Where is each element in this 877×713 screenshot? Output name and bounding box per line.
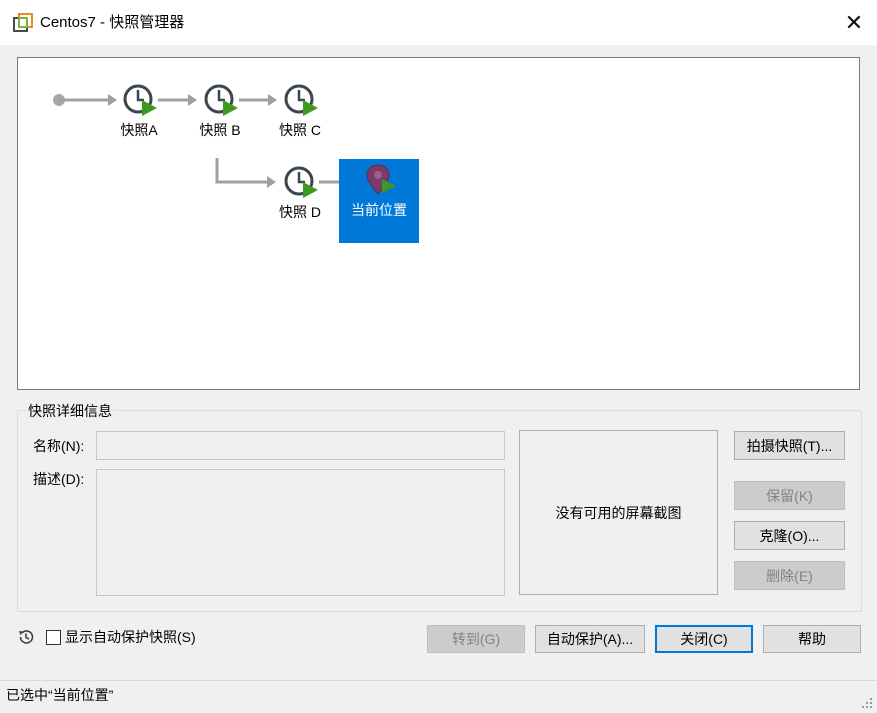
title-bar[interactable]: Centos7 - 快照管理器 ✕ (0, 0, 877, 45)
snapshot-clock-icon (123, 84, 157, 116)
clone-button[interactable]: 克隆(O)... (734, 521, 845, 550)
snapshot-node-d[interactable]: 快照 D (260, 165, 340, 225)
history-icon (19, 630, 34, 644)
close-icon: ✕ (844, 9, 864, 35)
current-location-pin-icon (366, 164, 396, 195)
snapshot-clock-icon (284, 166, 318, 198)
snapshot-label: 快照 C (279, 122, 321, 138)
snapshot-manager-window: Centos7 - 快照管理器 ✕ 快照A 快照 B 快照 C 快照 D 当前位… (0, 0, 877, 713)
autoprotect-button[interactable]: 自动保护(A)... (535, 625, 645, 653)
name-label: 名称(N): (33, 438, 85, 454)
show-autoprotect-checkbox[interactable] (46, 630, 61, 645)
snapshot-label: 快照 D (279, 204, 321, 220)
snapshot-node-a[interactable]: 快照A (99, 83, 179, 143)
description-label: 描述(D): (33, 471, 85, 487)
description-field[interactable] (96, 469, 505, 596)
help-button[interactable]: 帮助 (763, 625, 861, 653)
snapshot-label: 快照 B (199, 122, 241, 138)
keep-button[interactable]: 保留(K) (734, 481, 845, 510)
goto-button[interactable]: 转到(G) (427, 625, 525, 653)
screenshot-placeholder-text: 没有可用的屏幕截图 (555, 504, 682, 521)
take-snapshot-button[interactable]: 拍摄快照(T)... (734, 431, 845, 460)
show-autoprotect-label[interactable]: 显示自动保护快照(S) (65, 628, 196, 646)
status-text: 已选中“当前位置” (6, 687, 114, 703)
delete-button[interactable]: 删除(E) (734, 561, 845, 590)
snapshot-label: 当前位置 (351, 202, 407, 218)
resize-grip-icon[interactable] (861, 697, 873, 709)
snapshot-clock-icon (284, 84, 318, 116)
snapshot-clock-icon (204, 84, 238, 116)
screenshot-preview: 没有可用的屏幕截图 (519, 430, 718, 595)
close-window-button[interactable]: ✕ (831, 0, 877, 45)
snapshot-node-b[interactable]: 快照 B (180, 83, 260, 143)
snapshot-label: 快照A (120, 122, 158, 138)
close-button[interactable]: 关闭(C) (655, 625, 753, 653)
name-field[interactable] (96, 431, 505, 460)
snapshot-details-title: 快照详细信息 (26, 402, 114, 420)
window-title: Centos7 - 快照管理器 (40, 14, 185, 31)
vmware-app-icon (13, 13, 33, 32)
snapshot-node-c[interactable]: 快照 C (260, 83, 340, 143)
current-location-node[interactable]: 当前位置 (339, 159, 419, 243)
snapshot-tree-panel[interactable]: 快照A 快照 B 快照 C 快照 D 当前位置 (17, 57, 860, 390)
status-bar: 已选中“当前位置” (0, 680, 877, 713)
